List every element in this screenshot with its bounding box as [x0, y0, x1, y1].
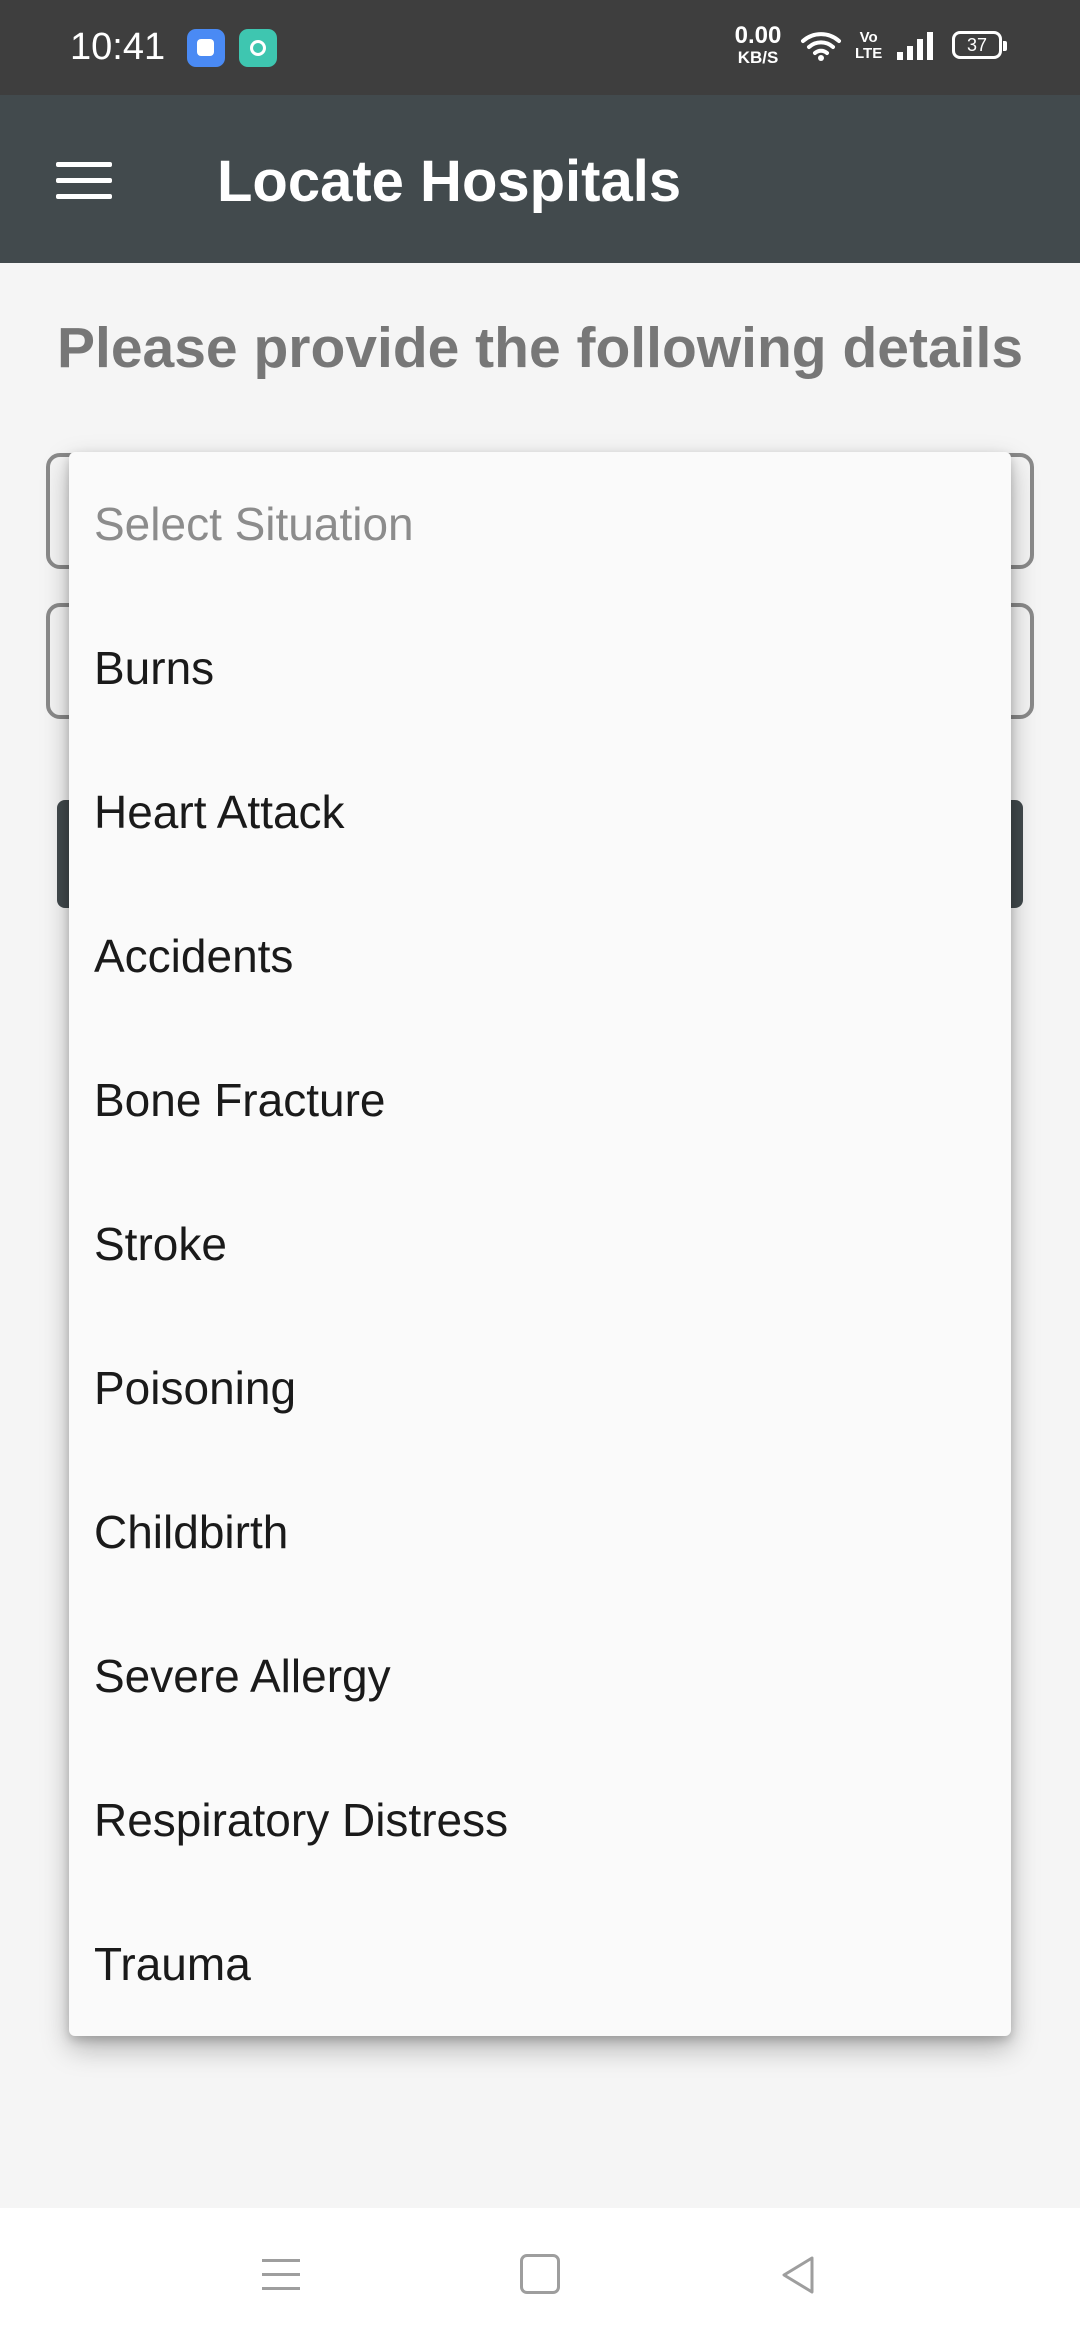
page-title: Locate Hospitals: [217, 149, 682, 214]
dropdown-option-respiratory-distress[interactable]: Respiratory Distress: [69, 1748, 1011, 1892]
dropdown-option-severe-allergy[interactable]: Severe Allergy: [69, 1604, 1011, 1748]
status-bar: 10:41 0.00 KB/S Vo LTE 37: [0, 0, 1080, 95]
volte-bottom-label: LTE: [855, 45, 883, 62]
network-speed-unit: KB/S: [737, 48, 779, 67]
network-speed: 0.00 KB/S: [728, 22, 788, 67]
app-bar: Locate Hospitals: [0, 95, 1080, 263]
dropdown-placeholder[interactable]: Select Situation: [69, 452, 1011, 596]
hamburger-menu-icon[interactable]: [44, 145, 124, 215]
system-navigation-bar: [0, 2208, 1080, 2340]
dropdown-option-trauma[interactable]: Trauma: [69, 1892, 1011, 2036]
recent-apps-icon[interactable]: [254, 2253, 310, 2297]
dropdown-option-poisoning[interactable]: Poisoning: [69, 1316, 1011, 1460]
teal-app-icon: [239, 29, 277, 67]
cell-signal-icon: [897, 32, 933, 60]
battery-icon: 37: [952, 31, 1007, 59]
dropdown-option-burns[interactable]: Burns: [69, 596, 1011, 740]
wifi-icon: [801, 32, 841, 61]
volte-top-label: Vo: [859, 29, 878, 46]
home-icon[interactable]: [520, 2254, 560, 2294]
dropdown-option-heart-attack[interactable]: Heart Attack: [69, 740, 1011, 884]
dropdown-option-bone-fracture[interactable]: Bone Fracture: [69, 1028, 1011, 1172]
volte-icon: Vo LTE: [855, 30, 882, 62]
back-icon[interactable]: [776, 2252, 820, 2298]
dropdown-option-stroke[interactable]: Stroke: [69, 1172, 1011, 1316]
status-time: 10:41: [70, 26, 166, 68]
network-speed-value: 0.00: [734, 22, 782, 49]
form-heading: Please provide the following details: [56, 316, 1024, 380]
situation-dropdown-menu: Select Situation Burns Heart Attack Acci…: [69, 452, 1011, 2036]
dropdown-option-accidents[interactable]: Accidents: [69, 884, 1011, 1028]
dropdown-option-childbirth[interactable]: Childbirth: [69, 1460, 1011, 1604]
blue-app-icon: [187, 29, 225, 67]
